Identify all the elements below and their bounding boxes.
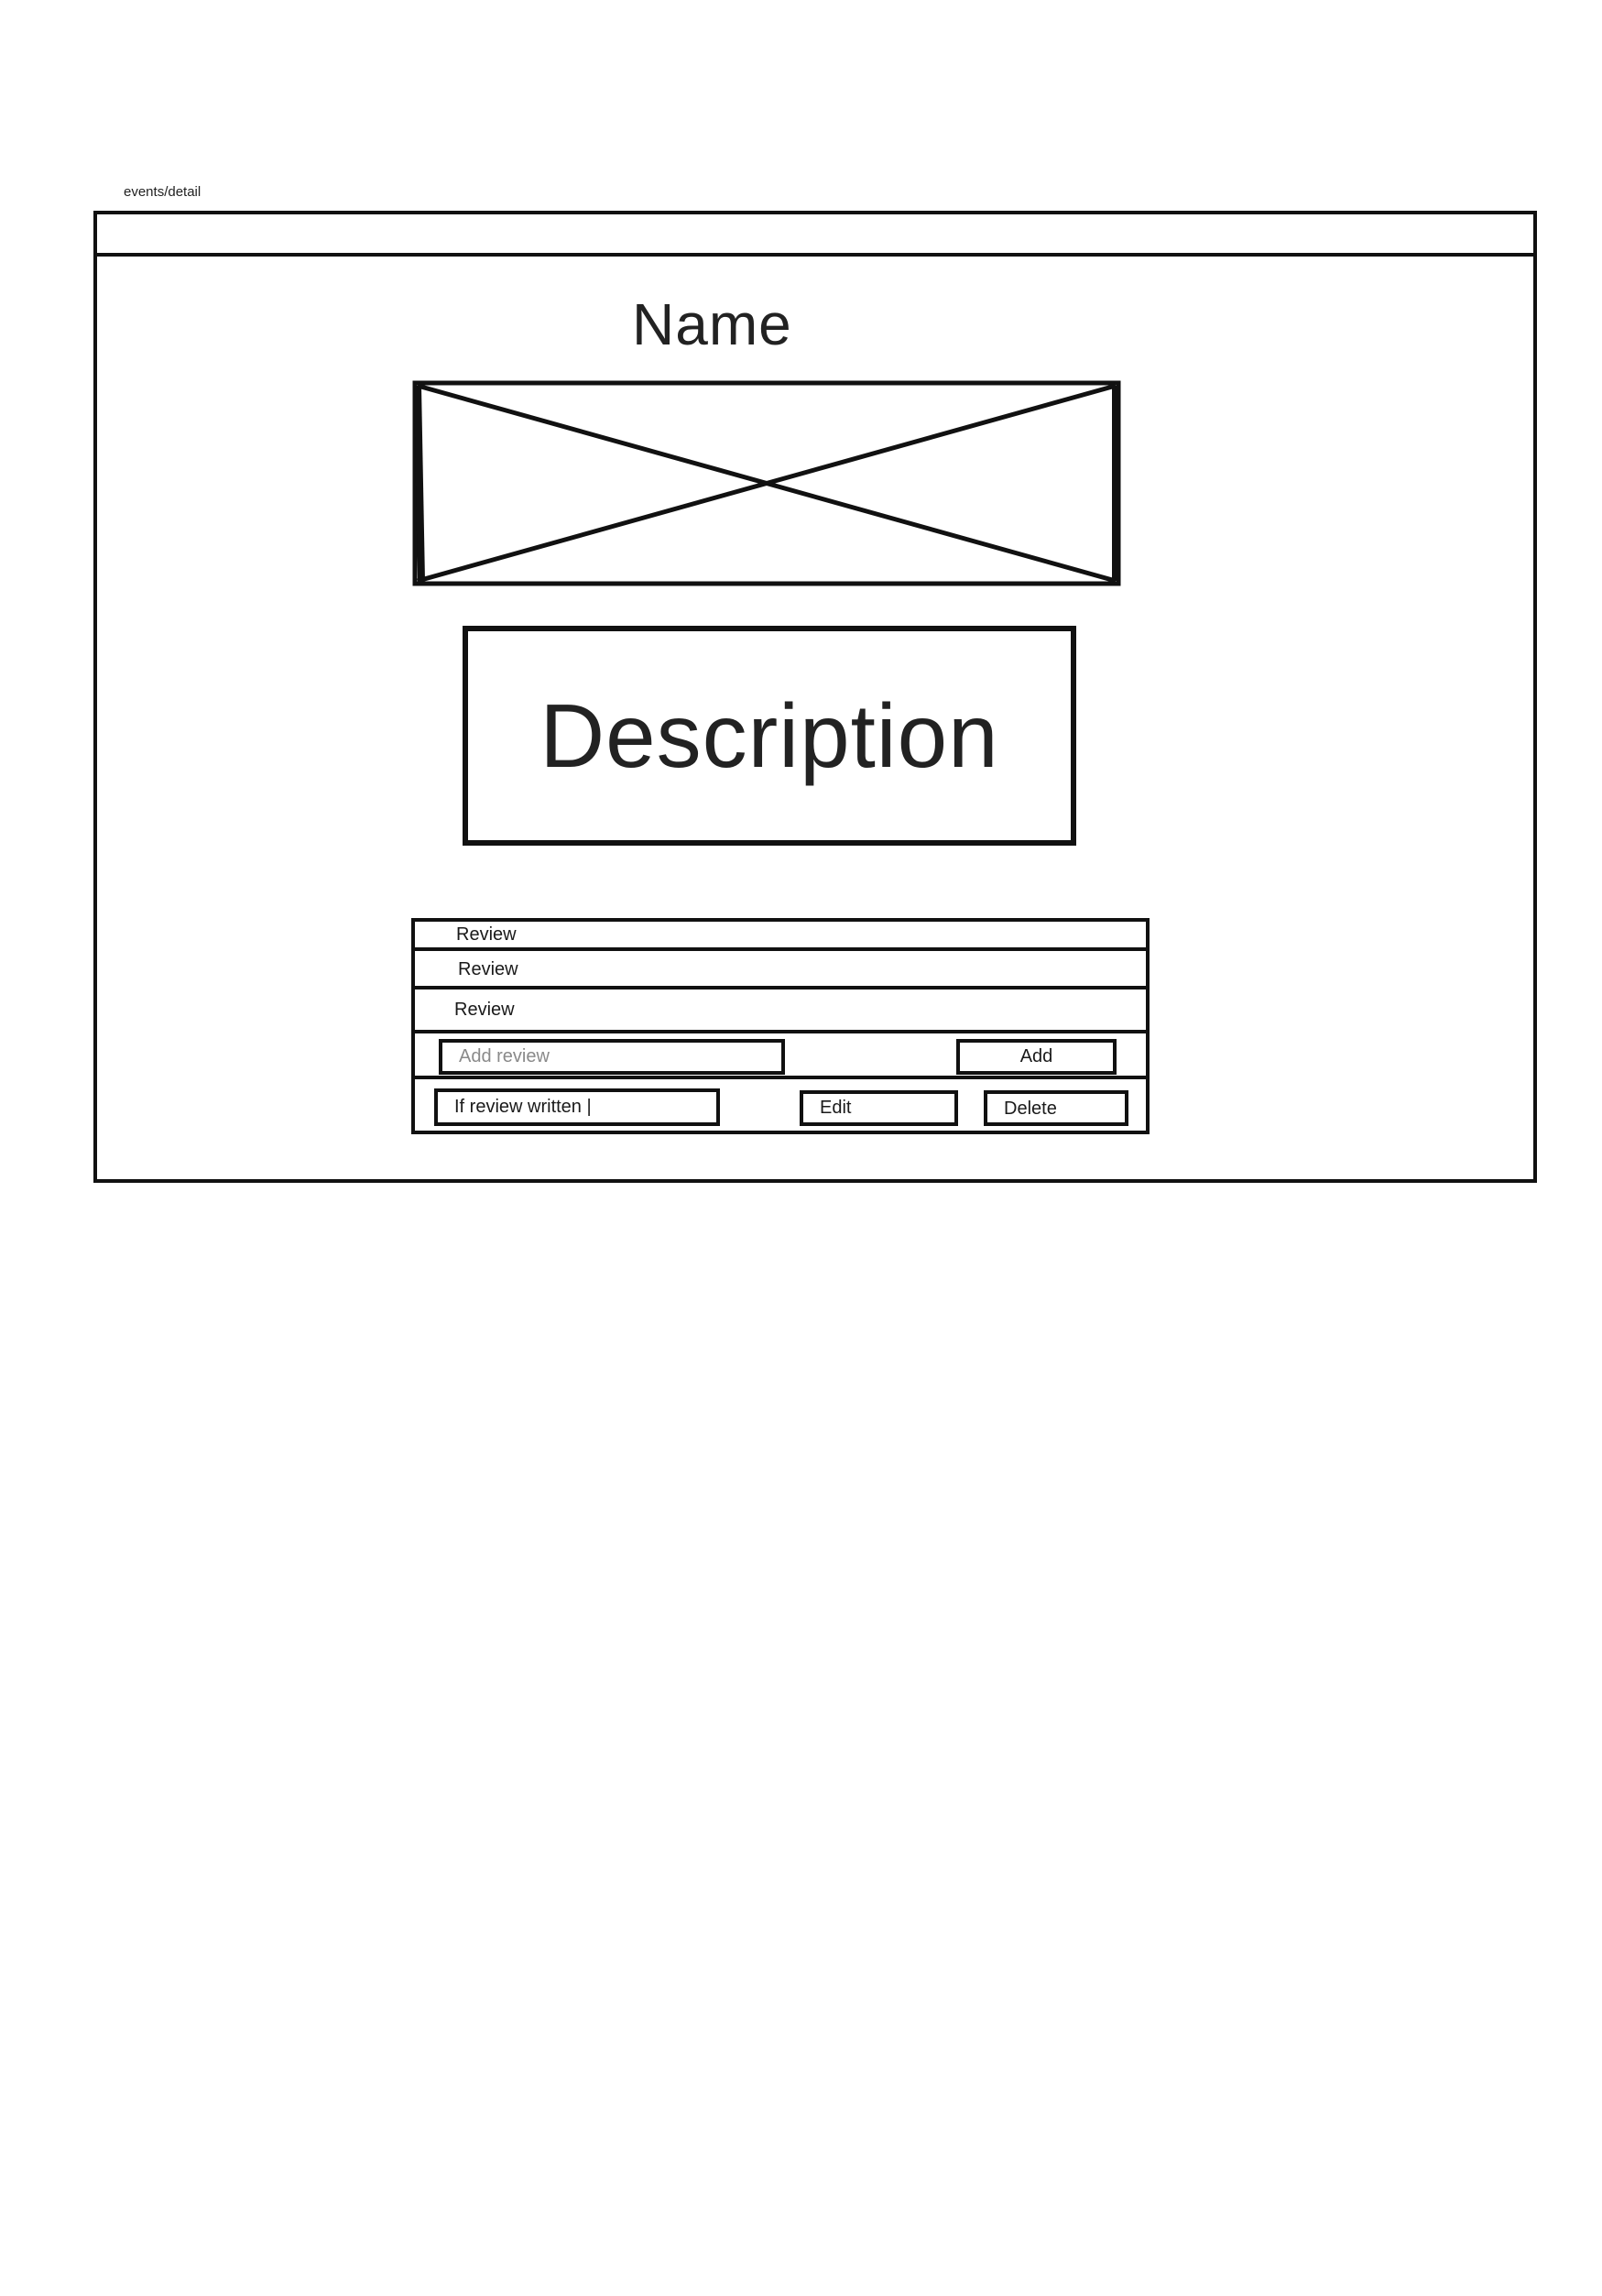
event-description-box: Description xyxy=(463,626,1076,846)
delete-review-button[interactable]: Delete xyxy=(984,1090,1128,1126)
review-text: Review xyxy=(454,1000,515,1020)
own-review-row: If review written | Edit Delete xyxy=(415,1079,1146,1131)
event-name: Name xyxy=(632,291,792,357)
reviews-panel: Review Review Review Add If review writt… xyxy=(411,918,1150,1134)
add-review-row: Add xyxy=(415,1033,1146,1079)
edit-review-button[interactable]: Edit xyxy=(800,1090,958,1126)
review-item: Review xyxy=(415,989,1146,1033)
event-image-placeholder xyxy=(410,380,1124,586)
add-review-input[interactable] xyxy=(439,1039,785,1075)
image-placeholder-icon xyxy=(412,380,1121,586)
own-review-text: If review written | xyxy=(434,1088,720,1126)
route-label: events/detail xyxy=(124,184,202,200)
review-text: Review xyxy=(458,959,518,979)
review-text: Review xyxy=(456,924,517,945)
event-description: Description xyxy=(539,685,999,786)
browser-title-bar xyxy=(97,214,1533,257)
review-item: Review xyxy=(415,922,1146,951)
add-review-button[interactable]: Add xyxy=(956,1039,1117,1075)
review-item: Review xyxy=(415,951,1146,989)
